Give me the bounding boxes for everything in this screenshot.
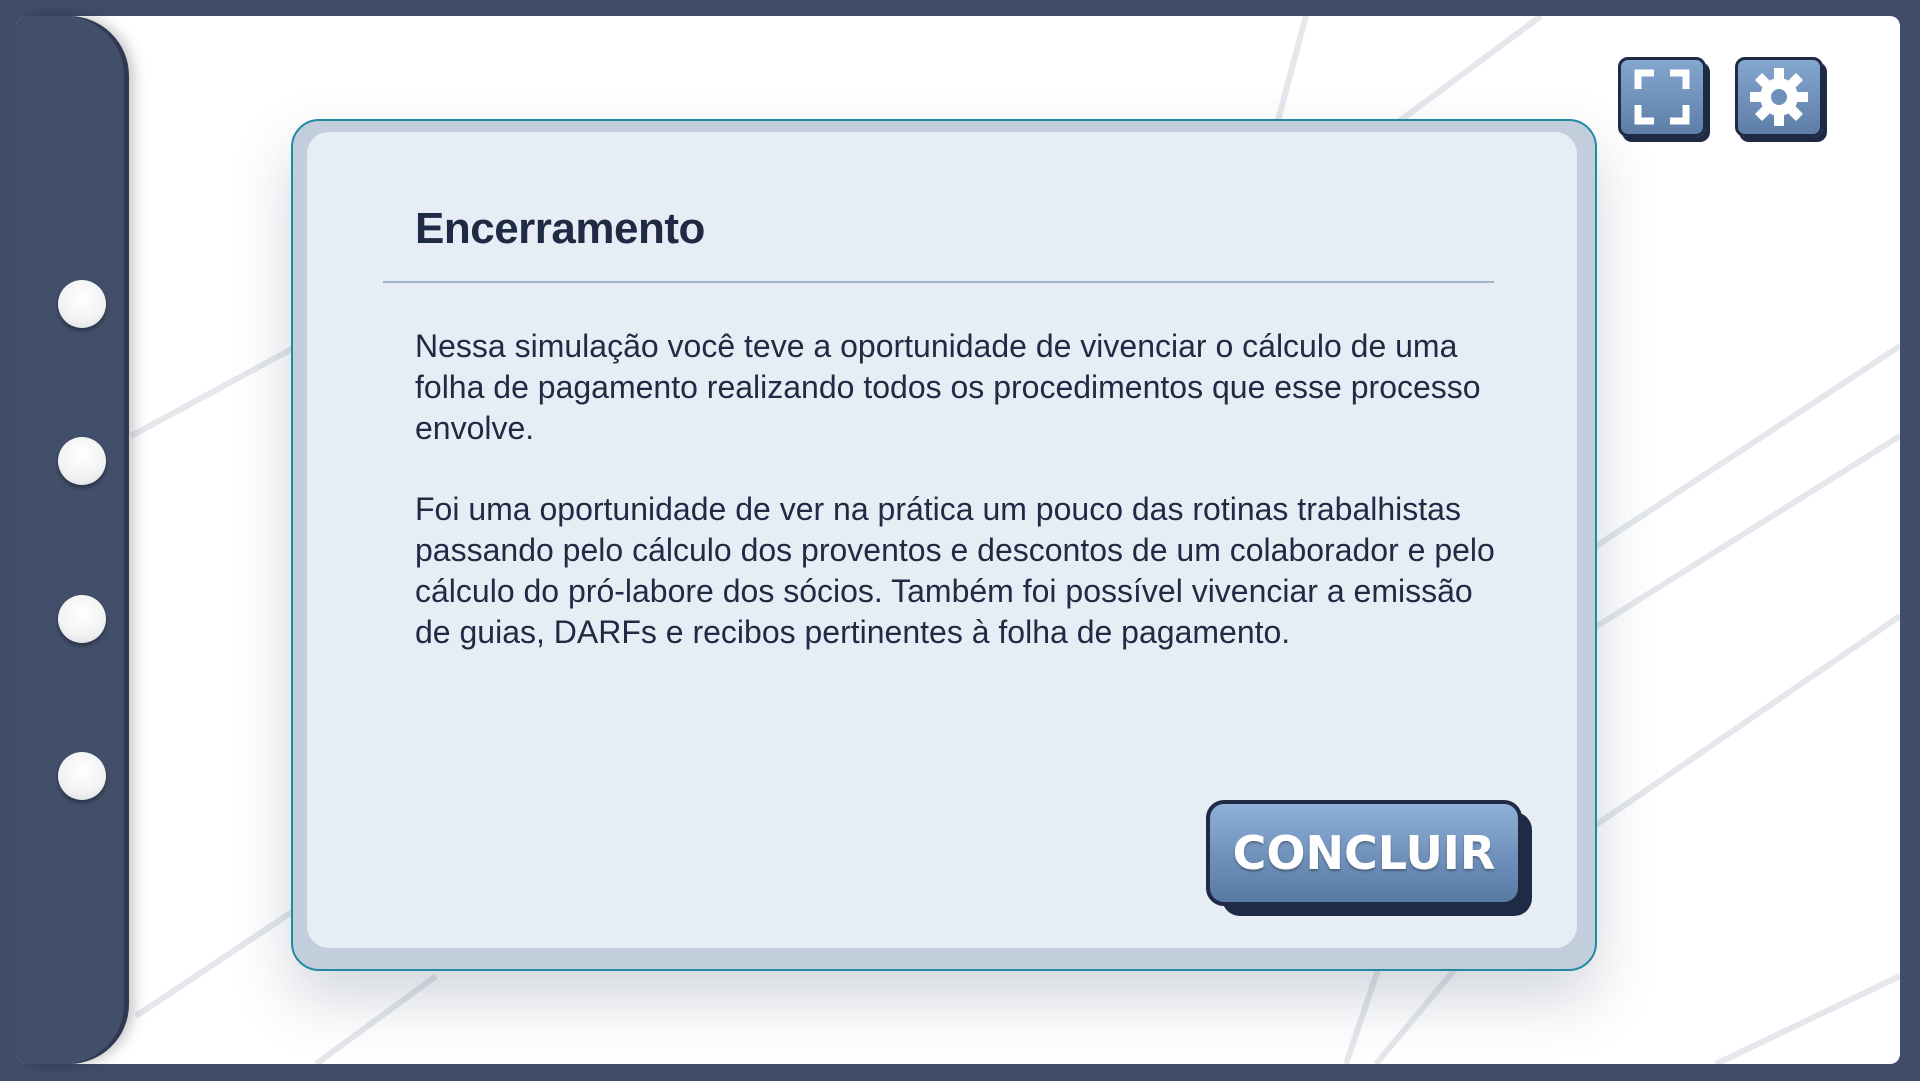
binder-ring — [58, 595, 106, 643]
gear-icon — [1750, 68, 1808, 126]
binder-ring — [58, 752, 106, 800]
settings-button[interactable] — [1735, 57, 1823, 137]
dialog-paragraph: Nessa simulação você teve a oportunidade… — [415, 328, 1481, 446]
conclude-button[interactable]: CONCLUIR — [1206, 800, 1522, 906]
dialog-title: Encerramento — [415, 204, 705, 253]
fullscreen-button[interactable] — [1618, 57, 1706, 137]
binder-spine — [16, 16, 124, 1064]
dialog-paragraph: Foi uma oportunidade de ver na prática u… — [415, 491, 1495, 650]
fullscreen-icon — [1634, 69, 1690, 125]
title-divider — [383, 281, 1494, 283]
binder-ring — [58, 437, 106, 485]
conclude-button-label: CONCLUIR — [1232, 826, 1496, 880]
binder-ring — [58, 280, 106, 328]
